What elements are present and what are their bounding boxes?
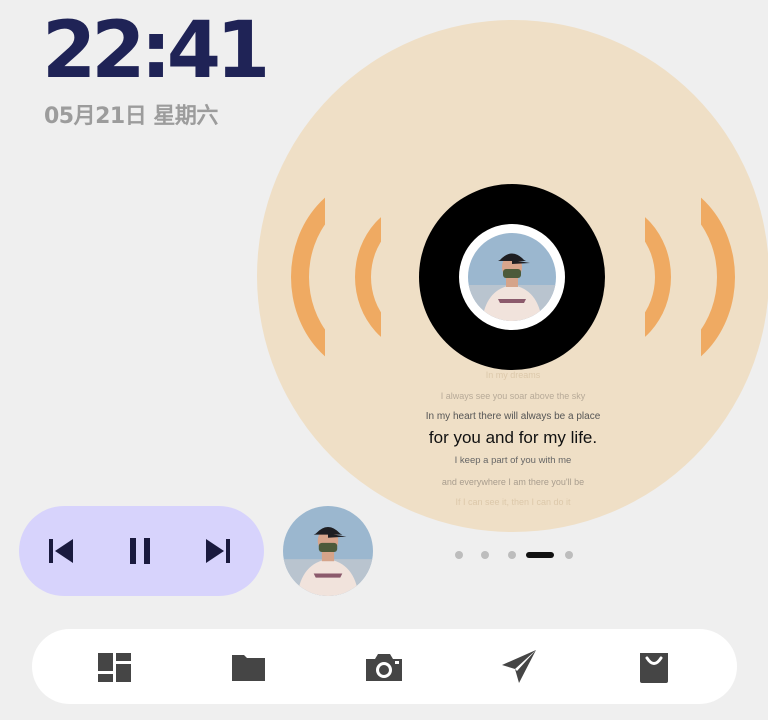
vinyl-record[interactable] <box>419 184 605 370</box>
page-dot-active[interactable] <box>526 552 554 558</box>
skip-previous-icon[interactable] <box>43 533 79 569</box>
shopping-bag-icon[interactable] <box>634 647 674 687</box>
album-art-image <box>468 233 556 321</box>
page-dot[interactable] <box>455 551 463 559</box>
lyric-line: and everywhere I am there you'll be <box>441 477 585 487</box>
clock-time: 22:41 <box>42 6 270 96</box>
vinyl-label-ring <box>459 224 565 330</box>
music-disc[interactable]: In my dreams I always see you soar above… <box>257 20 768 532</box>
dashboard-icon[interactable] <box>95 647 135 687</box>
page-dot[interactable] <box>565 551 573 559</box>
skip-next-icon[interactable] <box>200 533 236 569</box>
lyric-line: I keep a part of you with me <box>454 455 572 466</box>
lyric-line: In my heart there will always be a place <box>425 411 601 422</box>
lyric-line: I always see you soar above the sky <box>440 391 586 401</box>
avatar[interactable] <box>283 506 373 596</box>
media-controls <box>19 506 264 596</box>
clock-date: 05月21日 星期六 <box>44 104 218 129</box>
folder-icon[interactable] <box>229 647 269 687</box>
lyrics-panel: In my dreams I always see you soar above… <box>257 364 768 512</box>
pause-icon[interactable] <box>122 533 158 569</box>
page-dot[interactable] <box>508 551 516 559</box>
app-dock <box>32 629 737 704</box>
camera-icon[interactable] <box>364 647 404 687</box>
page-dot[interactable] <box>481 551 489 559</box>
lyric-line-current: for you and for my life. <box>428 428 598 447</box>
send-icon[interactable] <box>499 647 539 687</box>
